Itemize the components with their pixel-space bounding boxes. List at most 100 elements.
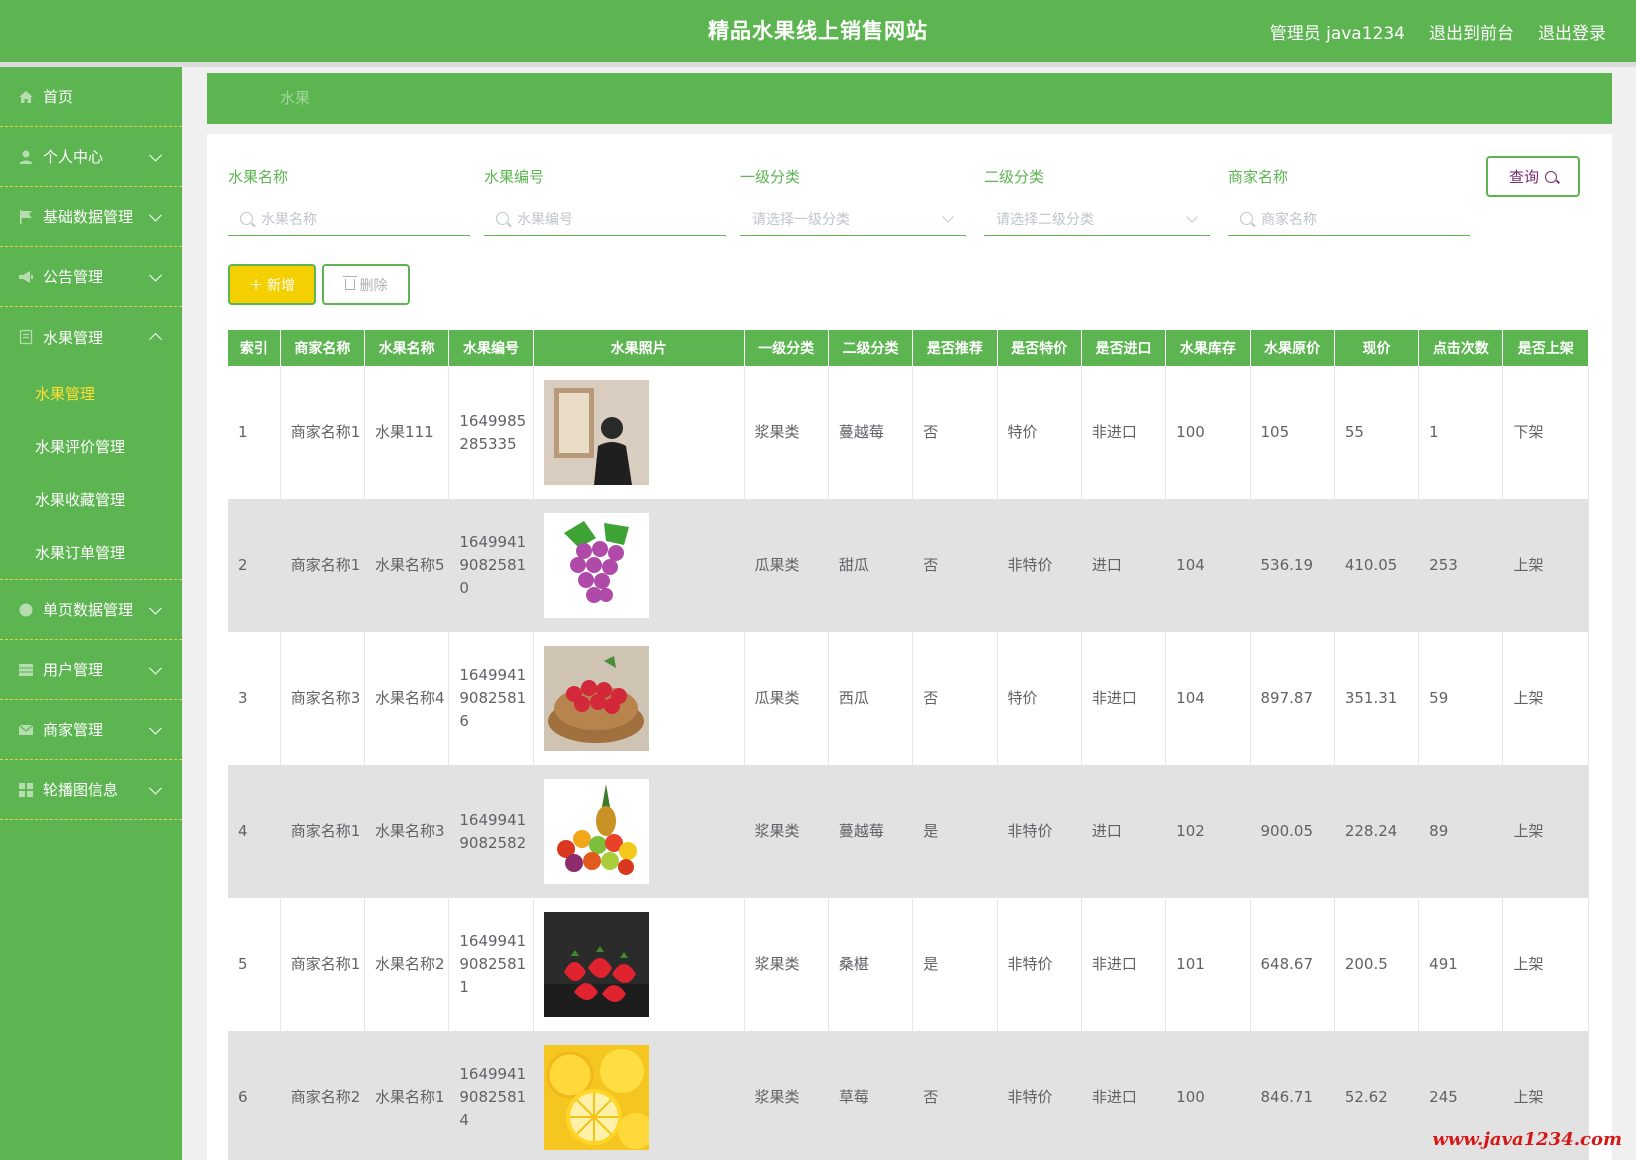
table-header-cell[interactable]: 水果编号 bbox=[448, 330, 534, 366]
table-header-cell[interactable]: 是否进口 bbox=[1081, 330, 1167, 366]
home-icon bbox=[18, 89, 34, 105]
sidebar-item-users[interactable]: 用户管理 bbox=[0, 640, 182, 700]
sidebar-item-notice[interactable]: 公告管理 bbox=[0, 247, 182, 307]
table-cell: 846.71 bbox=[1250, 1031, 1335, 1160]
search-icon bbox=[1240, 212, 1253, 225]
table-cell: 商家名称3 bbox=[280, 632, 366, 765]
table-cell: 进口 bbox=[1081, 499, 1167, 632]
logout-link[interactable]: 退出登录 bbox=[1538, 19, 1606, 44]
table-cell: 否 bbox=[912, 499, 998, 632]
chevron-down-icon bbox=[149, 268, 162, 282]
table-cell: 1 bbox=[1418, 366, 1504, 499]
table-header-cell[interactable]: 点击次数 bbox=[1418, 330, 1504, 366]
breadcrumb: 水果 bbox=[207, 73, 1612, 124]
fruit-name-label: 水果名称 bbox=[228, 168, 289, 186]
table-cell: 100 bbox=[1165, 366, 1251, 499]
table-cell: 200.5 bbox=[1334, 898, 1420, 1031]
chevron-down-icon bbox=[149, 721, 162, 735]
query-button-label: 查询 bbox=[1508, 168, 1539, 186]
table-cell: 水果名称1 bbox=[364, 1031, 450, 1160]
table-header-cell[interactable]: 是否特价 bbox=[997, 330, 1082, 366]
table-row[interactable]: 1 商家名称1 水果111 1649985285335 浆果类 蔓越莓否特价 非进口 100 1… bbox=[228, 366, 1589, 499]
search-icon bbox=[496, 212, 509, 225]
table-cell: 16499419082581 6 bbox=[448, 632, 534, 765]
table-row[interactable]: 4 商家名称1 水果名称3 16499419082582 浆果类 蔓越莓是非特价 进口 102… bbox=[228, 765, 1589, 898]
merchant-name-label: 商家名称 bbox=[1228, 168, 1289, 186]
table-header-cell[interactable]: 商家名称 bbox=[280, 330, 366, 366]
search-icon bbox=[1545, 170, 1557, 183]
table-cell: 瓜果类 bbox=[744, 632, 829, 765]
table-cell: 草莓 bbox=[828, 1031, 914, 1160]
chevron-down-icon bbox=[149, 601, 162, 615]
add-button[interactable]: ＋ 新增 bbox=[228, 264, 316, 305]
fruit-photo bbox=[533, 632, 745, 765]
table-row[interactable]: 2 商家名称1 水果名称5 16499419082581 0 瓜果类 甜瓜否非特价 进口 10… bbox=[228, 499, 1589, 632]
table-header-cell[interactable]: 是否推荐 bbox=[912, 330, 998, 366]
sidebar-item-label: 基础数据管理 bbox=[43, 208, 134, 226]
table-cell: 16499419082581 0 bbox=[448, 499, 534, 632]
table-cell: 商家名称1 bbox=[280, 499, 366, 632]
table-header-cell[interactable]: 水果名称 bbox=[364, 330, 450, 366]
watermark: www.java1234.com bbox=[1432, 1129, 1622, 1150]
table-row[interactable]: 3 商家名称3 水果名称4 16499419082581 6 瓜果类 西瓜否特价 非进口 10… bbox=[228, 632, 1589, 765]
table-cell: 浆果类 bbox=[744, 366, 829, 499]
chevron-down-icon bbox=[149, 781, 162, 795]
sidebar-item-single-page[interactable]: 单页数据管理 bbox=[0, 580, 182, 640]
fruit-photo bbox=[533, 366, 745, 499]
sidebar-item-merchants[interactable]: 商家管理 bbox=[0, 700, 182, 760]
table-header-cell[interactable]: 水果原价 bbox=[1250, 330, 1335, 366]
category2-select[interactable]: 请选择二级分类 bbox=[984, 202, 1210, 236]
table-cell: 2 bbox=[228, 499, 281, 632]
sidebar-item-personal[interactable]: 个人中心 bbox=[0, 127, 182, 187]
chevron-down-icon bbox=[149, 661, 162, 675]
category1-select[interactable]: 请选择一级分类 bbox=[740, 202, 966, 236]
table-header-cell[interactable]: 水果照片 bbox=[533, 330, 745, 366]
chevron-down-icon bbox=[149, 208, 162, 222]
sidebar-item-fruit[interactable]: 水果管理 bbox=[0, 307, 182, 367]
submenu-fruit-favorite[interactable]: 水果收藏管理 bbox=[0, 473, 182, 526]
table-cell: 蔓越莓 bbox=[828, 765, 914, 898]
go-frontend-link[interactable]: 退出到前台 bbox=[1429, 19, 1514, 44]
grid-icon bbox=[18, 662, 34, 678]
header-divider bbox=[0, 62, 1636, 67]
submenu-fruit-order[interactable]: 水果订单管理 bbox=[0, 526, 182, 579]
table-header-cell[interactable]: 一级分类 bbox=[744, 330, 829, 366]
sidebar: 首页 个人中心 基础数据管理 公告管理 水果管理 水果管理 水果评价管理 水果收… bbox=[0, 67, 182, 1160]
sidebar-item-basic-data[interactable]: 基础数据管理 bbox=[0, 187, 182, 247]
table-cell: 6 bbox=[228, 1031, 281, 1160]
table-cell: 特价 bbox=[997, 366, 1082, 499]
submenu-fruit-manage[interactable]: 水果管理 bbox=[0, 367, 182, 420]
table-cell: 5 bbox=[228, 898, 281, 1031]
fruit-code-input[interactable]: 水果编号 bbox=[484, 202, 726, 236]
globe-icon bbox=[18, 602, 34, 618]
table-row[interactable]: 6 商家名称2 水果名称1 16499419082581 4 浆果类 草莓否非特价 非进口 1… bbox=[228, 1031, 1589, 1160]
table-cell: 否 bbox=[912, 632, 998, 765]
table-header-cell[interactable]: 索引 bbox=[228, 330, 281, 366]
table-cell: 是 bbox=[912, 765, 998, 898]
table-header-cell[interactable]: 水果库存 bbox=[1165, 330, 1251, 366]
fruit-photo-image bbox=[543, 779, 649, 884]
merchant-name-input[interactable]: 商家名称 bbox=[1228, 202, 1470, 236]
table-cell: 648.67 bbox=[1250, 898, 1335, 1031]
sidebar-item-home[interactable]: 首页 bbox=[0, 67, 182, 127]
table-row[interactable]: 5 商家名称1 水果名称2 16499419082581 1 浆果类 桑椹是非特价 非进口 1… bbox=[228, 898, 1589, 1031]
table-cell: 水果名称3 bbox=[364, 765, 450, 898]
table-cell: 897.87 bbox=[1250, 632, 1335, 765]
table-header-cell[interactable]: 二级分类 bbox=[828, 330, 914, 366]
table-header-cell[interactable]: 是否上架 bbox=[1502, 330, 1589, 366]
fruit-name-input[interactable]: 水果名称 bbox=[228, 202, 470, 236]
table-cell: 104 bbox=[1165, 499, 1251, 632]
delete-button[interactable]: 删除 bbox=[322, 264, 410, 305]
table-cell: 3 bbox=[228, 632, 281, 765]
table-cell: 水果名称2 bbox=[364, 898, 450, 1031]
table-cell: 桑椹 bbox=[828, 898, 914, 1031]
table-cell: 上架 bbox=[1502, 632, 1589, 765]
table-cell: 非特价 bbox=[997, 499, 1082, 632]
sidebar-item-carousel[interactable]: 轮播图信息 bbox=[0, 760, 182, 820]
breadcrumb-current: 水果 bbox=[280, 89, 311, 107]
table-cell: 蔓越莓 bbox=[828, 366, 914, 499]
submenu-fruit-review[interactable]: 水果评价管理 bbox=[0, 420, 182, 473]
query-button[interactable]: 查询 bbox=[1486, 156, 1580, 197]
table-header-cell[interactable]: 现价 bbox=[1334, 330, 1420, 366]
table-cell: 甜瓜 bbox=[828, 499, 914, 632]
